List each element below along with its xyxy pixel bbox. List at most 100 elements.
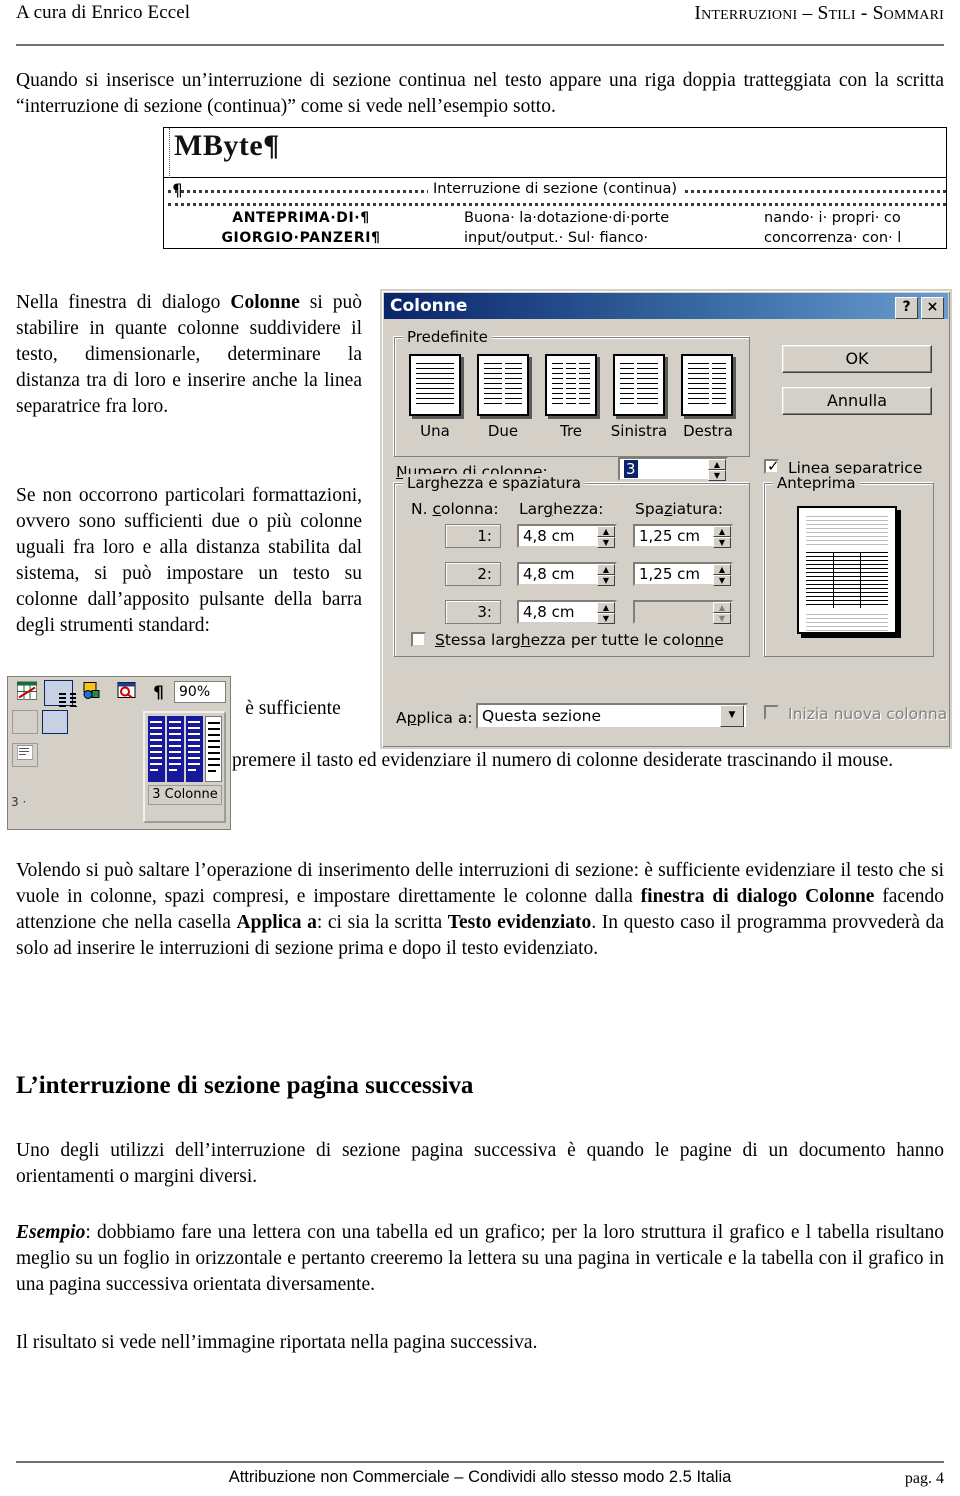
screenshot-column-2: Buona· la·dotazione·di·porte input/outpu… xyxy=(464,208,734,248)
spin-up-icon[interactable]: ▲ xyxy=(713,526,731,537)
column-cell-1[interactable] xyxy=(148,716,165,782)
paragraph-nella-finestra: Nella finestra di dialogo Colonne si può… xyxy=(16,290,362,420)
stessa-larghezza-checkbox[interactable] xyxy=(411,632,426,647)
checkmark-icon: ✓ xyxy=(767,457,780,475)
chevron-down-icon[interactable]: ▼ xyxy=(720,705,744,727)
spin-down-icon[interactable]: ▼ xyxy=(597,613,615,624)
inizia-nuova-colonna-checkbox xyxy=(764,705,779,720)
screenshot-columns-toolbar: ¶ 90% AZ xyxy=(7,676,231,830)
group-predefinite: Predefinite Una Due Tre Sinistra Destra xyxy=(394,328,750,457)
row-1-larghezza-value[interactable]: 4,8 cm xyxy=(519,527,597,545)
paragraph-uno-degli-utilizzi: Uno degli utilizzi dell’interruzione di … xyxy=(16,1140,944,1187)
screenshot-col3-line2: concorrenza· con· l xyxy=(764,230,902,246)
preset-label-una: Una xyxy=(420,422,450,440)
preset-una[interactable] xyxy=(409,354,461,416)
paragraph-risultato: Il risultato si vede nell’immagine ripor… xyxy=(16,1332,538,1353)
columns-dropdown-popup[interactable]: 3 Colonne xyxy=(143,711,226,823)
spin-down-icon: ▼ xyxy=(713,613,731,624)
applica-a-dropdown[interactable]: Questa sezione ▼ xyxy=(476,703,748,729)
dialog-title-text: Colonne xyxy=(390,296,468,316)
preset-label-destra: Destra xyxy=(683,422,733,440)
columns-grid[interactable] xyxy=(148,716,222,782)
preset-label-due: Due xyxy=(487,422,519,440)
row-1-spaziatura-spinner[interactable]: 1,25 cm ▲ ▼ xyxy=(633,524,733,548)
row-3-number: 3: xyxy=(445,600,501,624)
row-2-spaziatura-spinner[interactable]: 1,25 cm ▲ ▼ xyxy=(633,562,733,586)
preset-sinistra[interactable] xyxy=(613,354,665,416)
row-2-spaziatura-value[interactable]: 1,25 cm xyxy=(635,565,713,583)
spin-up-icon[interactable]: ▲ xyxy=(597,564,615,575)
preview-col-2 xyxy=(833,552,861,608)
preset-tre[interactable] xyxy=(545,354,597,416)
bold-finestra-colonne: finestra di dialogo Colonne xyxy=(640,886,875,907)
header-author: A cura di Enrico Eccel xyxy=(16,2,191,23)
preview-col-3 xyxy=(860,552,888,608)
colonne-dialog[interactable]: Colonne ? × Predefinite Una Due Tre Sini… xyxy=(380,289,952,749)
header-title: Interruzioni – Stili - Sommari xyxy=(694,3,944,24)
paragraph-esempio: Esempio: dobbiamo fare una lettera con u… xyxy=(16,1220,944,1298)
bold-colonne: Colonne xyxy=(230,292,300,313)
screenshot-mbyte-heading: MByte¶ xyxy=(174,129,280,162)
preview-columns xyxy=(806,552,888,608)
cancel-button[interactable]: Annulla xyxy=(782,387,932,415)
row-1-spaziatura-value[interactable]: 1,25 cm xyxy=(635,527,713,545)
paragraph-premere-il-tasto: premere il tasto ed evidenziare il numer… xyxy=(232,750,894,771)
screenshot-column-3: nando· i· propri· co concorrenza· con· l xyxy=(764,208,946,248)
row-1-larghezza-spinner[interactable]: 4,8 cm ▲ ▼ xyxy=(517,524,617,548)
bold-testo-evidenziato: Testo evidenziato xyxy=(447,912,592,933)
ok-button[interactable]: OK xyxy=(782,345,932,373)
header-divider xyxy=(16,44,944,46)
align-icon-2 xyxy=(42,710,68,734)
column-cell-4[interactable] xyxy=(205,716,222,782)
spin-up-icon[interactable]: ▲ xyxy=(597,602,615,613)
page-layout-icon xyxy=(12,743,38,767)
bold-esempio: Esempio xyxy=(16,1222,86,1243)
row-3-spaziatura-spinner: ▲ ▼ xyxy=(633,600,733,624)
screenshot-col1-line1: ANTEPRIMA·DI·¶ xyxy=(232,210,370,226)
spin-up-icon[interactable]: ▲ xyxy=(708,459,726,470)
numero-colonne-arrows[interactable]: ▲ ▼ xyxy=(708,459,726,481)
close-icon[interactable]: × xyxy=(921,297,944,319)
text-run: : dobbiamo fare una lettera con una tabe… xyxy=(16,1222,944,1295)
spin-down-icon[interactable]: ▼ xyxy=(708,470,726,481)
numero-colonne-spinner[interactable]: 3 ▲ ▼ xyxy=(618,457,728,481)
zoom-level-combobox[interactable]: 90% xyxy=(174,681,226,703)
spin-down-icon[interactable]: ▼ xyxy=(713,537,731,548)
columns-popup-label: 3 Colonne xyxy=(148,785,222,805)
screenshot-col2-line1: Buona· la·dotazione·di·porte xyxy=(464,210,670,226)
row-2-larghezza-spinner[interactable]: 4,8 cm ▲ ▼ xyxy=(517,562,617,586)
row-2-larghezza-value[interactable]: 4,8 cm xyxy=(519,565,597,583)
align-icon-1 xyxy=(12,710,38,734)
ruler-mark: 3 · xyxy=(11,795,27,809)
applica-a-value[interactable]: Questa sezione xyxy=(478,707,720,725)
text-run: : ci sia la scritta xyxy=(316,912,448,933)
linea-separatrice-checkbox[interactable]: ✓ xyxy=(764,457,780,475)
header-n-colonna: N. colonna: xyxy=(411,500,499,518)
columns-icon[interactable] xyxy=(44,680,77,707)
table-icon xyxy=(12,680,41,706)
spin-down-icon[interactable]: ▼ xyxy=(713,575,731,586)
header-spaziatura: Spaziatura: xyxy=(635,500,724,518)
column-cell-3[interactable] xyxy=(186,716,203,782)
row-3-larghezza-spinner[interactable]: 4,8 cm ▲ ▼ xyxy=(517,600,617,624)
print-preview-icon xyxy=(112,680,141,706)
numero-colonne-value[interactable]: 3 xyxy=(624,460,638,478)
titlebar-buttons[interactable]: ? × xyxy=(895,297,944,319)
row-3-larghezza-value[interactable]: 4,8 cm xyxy=(519,603,597,621)
screenshot-col3-line1: nando· i· propri· co xyxy=(764,210,901,226)
group-predefinite-label: Predefinite xyxy=(403,328,492,346)
screenshot-break-row: ¶ Interruzione di sezione (continua) xyxy=(164,179,946,206)
screenshot-break-top-row: MByte¶ xyxy=(164,128,946,178)
spin-down-icon[interactable]: ▼ xyxy=(597,575,615,586)
preset-due[interactable] xyxy=(477,354,529,416)
preset-destra[interactable] xyxy=(681,354,733,416)
spin-down-icon[interactable]: ▼ xyxy=(597,537,615,548)
group-anteprima-label: Anteprima xyxy=(773,474,860,492)
column-cell-2[interactable] xyxy=(167,716,184,782)
running-header: A cura di Enrico Eccel Interruzioni – St… xyxy=(16,2,944,36)
preview-bottom-band xyxy=(806,614,888,632)
header-larghezza: Larghezza: xyxy=(519,500,604,518)
spin-up-icon[interactable]: ▲ xyxy=(713,564,731,575)
help-icon[interactable]: ? xyxy=(895,297,918,319)
spin-up-icon[interactable]: ▲ xyxy=(597,526,615,537)
